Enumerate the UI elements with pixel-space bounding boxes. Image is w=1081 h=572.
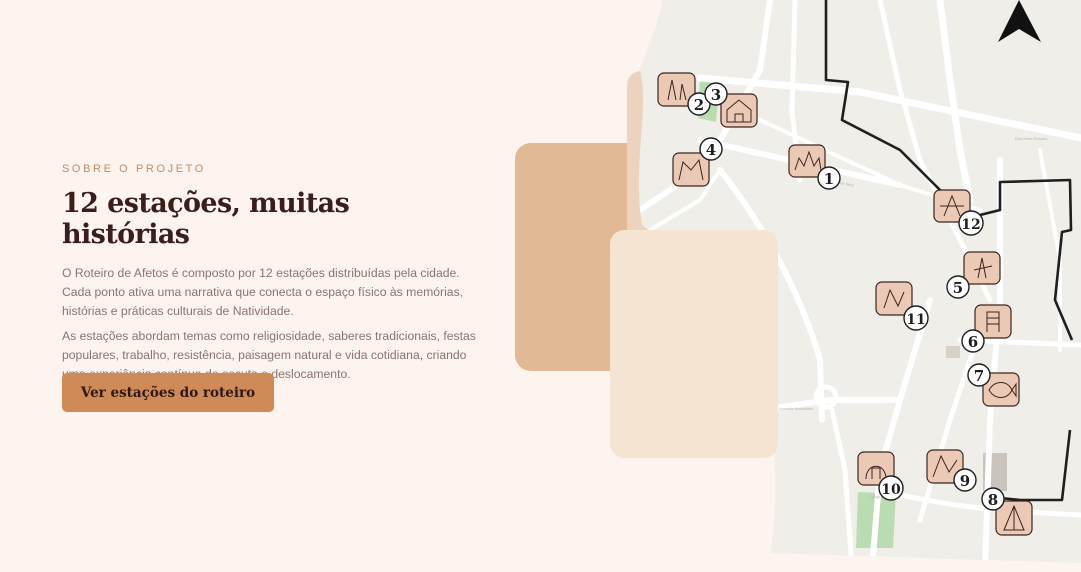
svg-text:7: 7: [974, 367, 984, 385]
svg-text:5: 5: [953, 279, 963, 297]
svg-text:10: 10: [881, 482, 901, 498]
svg-text:6: 6: [968, 333, 978, 351]
svg-text:4: 4: [706, 141, 716, 159]
decor-card-cream: [610, 230, 778, 458]
svg-text:12: 12: [961, 217, 980, 233]
svg-text:8: 8: [988, 491, 998, 509]
svg-text:1: 1: [824, 170, 834, 188]
svg-text:11: 11: [906, 312, 925, 328]
svg-text:Avenida Natividade: Avenida Natividade: [779, 406, 814, 411]
svg-text:3: 3: [711, 86, 721, 104]
svg-text:2: 2: [694, 96, 704, 114]
svg-text:9: 9: [960, 472, 970, 490]
route-map[interactable]: Rua Hans Rosalia Rua Silvestre Neto Aven…: [0, 0, 1081, 568]
svg-text:Rua Hans Rosalia: Rua Hans Rosalia: [1015, 136, 1048, 141]
